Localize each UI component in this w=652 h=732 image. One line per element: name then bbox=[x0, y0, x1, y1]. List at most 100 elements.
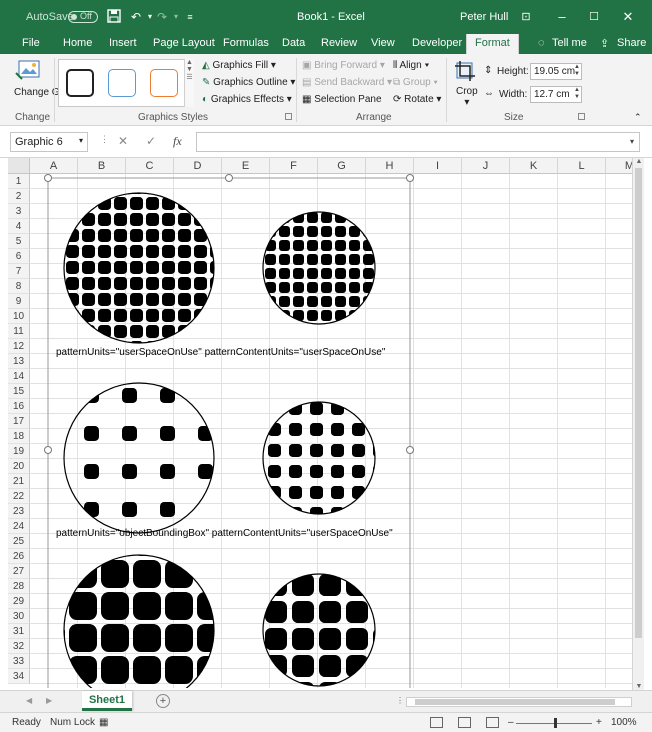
column-header[interactable]: G bbox=[318, 158, 366, 174]
normal-view-icon[interactable] bbox=[430, 717, 443, 728]
tab-insert[interactable]: Insert bbox=[109, 37, 137, 49]
expand-formula-bar-icon[interactable]: ▾ bbox=[630, 137, 634, 146]
graphic-canvas[interactable]: patternUnits="userSpaceOnUse" patternCon… bbox=[30, 174, 632, 688]
align-button[interactable]: ⫴ Align ▾ bbox=[393, 60, 429, 71]
row-header[interactable]: 22 bbox=[8, 489, 30, 504]
rotate-button[interactable]: ⟳ Rotate ▾ bbox=[393, 94, 441, 105]
column-header[interactable]: J bbox=[462, 158, 510, 174]
resize-handle[interactable] bbox=[406, 446, 414, 454]
close-icon[interactable]: ✕ bbox=[618, 8, 638, 26]
change-graphic-button[interactable]: Change Graphic bbox=[14, 87, 87, 98]
formula-input[interactable] bbox=[196, 132, 640, 152]
selection-pane-button[interactable]: ▦ Selection Pane bbox=[302, 94, 382, 105]
resize-handle[interactable] bbox=[225, 174, 233, 182]
row-header[interactable]: 20 bbox=[8, 459, 30, 474]
tab-formulas[interactable]: Formulas bbox=[223, 37, 269, 49]
row-header[interactable]: 6 bbox=[8, 249, 30, 264]
page-layout-view-icon[interactable] bbox=[458, 717, 471, 728]
column-header[interactable]: K bbox=[510, 158, 558, 174]
column-header[interactable]: F bbox=[270, 158, 318, 174]
tab-split-icon[interactable]: ⋮ bbox=[396, 696, 404, 705]
style-black-outline[interactable] bbox=[66, 69, 94, 97]
zoom-in-icon[interactable]: + bbox=[596, 717, 602, 728]
collapse-ribbon-icon[interactable]: ⌃ bbox=[634, 112, 642, 123]
gallery-scroll[interactable]: ▲ ▼ ☰ bbox=[184, 59, 194, 107]
cell-area[interactable]: patternUnits="userSpaceOnUse" patternCon… bbox=[30, 174, 632, 688]
row-header[interactable]: 26 bbox=[8, 549, 30, 564]
tab-data[interactable]: Data bbox=[282, 37, 305, 49]
minimize-icon[interactable]: – bbox=[552, 8, 572, 26]
vertical-scrollbar[interactable]: ▲ ▼ bbox=[632, 158, 644, 690]
insert-function-icon[interactable]: fx bbox=[173, 134, 182, 149]
add-sheet-icon[interactable]: + bbox=[156, 694, 170, 708]
row-header[interactable]: 7 bbox=[8, 264, 30, 279]
select-all-corner[interactable] bbox=[8, 158, 30, 174]
row-header[interactable]: 23 bbox=[8, 504, 30, 519]
row-header[interactable]: 25 bbox=[8, 534, 30, 549]
row-header[interactable]: 2 bbox=[8, 189, 30, 204]
row-header[interactable]: 21 bbox=[8, 474, 30, 489]
tab-page-layout[interactable]: Page Layout bbox=[153, 37, 215, 49]
tab-format[interactable]: Format bbox=[466, 34, 519, 56]
zoom-out-icon[interactable]: – bbox=[508, 717, 514, 728]
graphics-outline-button[interactable]: ✎ Graphics Outline ▾ bbox=[202, 77, 295, 88]
row-header[interactable]: 27 bbox=[8, 564, 30, 579]
row-header[interactable]: 14 bbox=[8, 369, 30, 384]
style-blue-outline[interactable] bbox=[108, 69, 136, 97]
column-header[interactable]: E bbox=[222, 158, 270, 174]
worksheet-grid[interactable]: ABCDEFGHIJKLM 1 2 3 4 5 6 7 8 9 10 11 12 13 14 15 16 17 1… bbox=[8, 158, 632, 688]
style-orange-outline[interactable] bbox=[150, 69, 178, 97]
tell-me-search[interactable]: Tell me bbox=[552, 37, 587, 49]
autosave-toggle[interactable]: Off bbox=[68, 11, 98, 23]
height-input[interactable]: 19.05 cm ▲ ▼ bbox=[530, 63, 582, 80]
page-break-view-icon[interactable] bbox=[486, 717, 499, 728]
vertical-scroll-thumb[interactable] bbox=[635, 168, 642, 638]
column-header[interactable]: A bbox=[30, 158, 78, 174]
user-name[interactable]: Peter Hull bbox=[460, 11, 508, 23]
customize-qat-icon[interactable]: ≡ bbox=[182, 9, 198, 25]
row-header[interactable]: 31 bbox=[8, 624, 30, 639]
column-header[interactable]: M bbox=[606, 158, 632, 174]
crop-icon[interactable] bbox=[454, 60, 478, 84]
resize-handle[interactable] bbox=[44, 446, 52, 454]
ribbon-display-icon[interactable]: ⊡ bbox=[516, 8, 536, 26]
row-header[interactable]: 28 bbox=[8, 579, 30, 594]
graphics-effects-button[interactable]: ◐ Graphics Effects ▾ bbox=[202, 94, 292, 105]
column-header[interactable]: I bbox=[414, 158, 462, 174]
row-header[interactable]: 5 bbox=[8, 234, 30, 249]
row-header[interactable]: 24 bbox=[8, 519, 30, 534]
tab-view[interactable]: View bbox=[371, 37, 395, 49]
width-input[interactable]: 12.7 cm ▲ ▼ bbox=[530, 86, 582, 103]
row-header[interactable]: 12 bbox=[8, 339, 30, 354]
row-header[interactable]: 11 bbox=[8, 324, 30, 339]
row-header[interactable]: 10 bbox=[8, 309, 30, 324]
next-sheet-icon[interactable]: ▶ bbox=[46, 696, 52, 705]
enter-icon[interactable]: ✓ bbox=[146, 134, 156, 148]
height-spinner-icon[interactable]: ▲ ▼ bbox=[574, 64, 580, 78]
graphics-fill-button[interactable]: ◭ Graphics Fill ▾ bbox=[202, 60, 276, 71]
row-header[interactable]: 4 bbox=[8, 219, 30, 234]
name-box[interactable]: Graphic 6 ▾ bbox=[10, 132, 88, 152]
row-header[interactable]: 13 bbox=[8, 354, 30, 369]
zoom-slider-thumb[interactable] bbox=[554, 718, 557, 728]
row-header[interactable]: 18 bbox=[8, 429, 30, 444]
column-header[interactable]: C bbox=[126, 158, 174, 174]
sheet-tab-sheet1[interactable]: Sheet1 bbox=[82, 691, 132, 711]
bring-forward-button[interactable]: ▣ Bring Forward ▾ bbox=[302, 60, 385, 71]
cancel-icon[interactable]: ✕ bbox=[118, 134, 128, 148]
row-header[interactable]: 16 bbox=[8, 399, 30, 414]
horizontal-scrollbar[interactable] bbox=[406, 697, 632, 707]
row-header[interactable]: 8 bbox=[8, 279, 30, 294]
change-graphic-icon[interactable] bbox=[14, 59, 48, 85]
scroll-down-icon[interactable]: ▼ bbox=[633, 683, 645, 690]
crop-button[interactable]: Crop ▾ bbox=[456, 86, 478, 108]
width-spinner-icon[interactable]: ▲ ▼ bbox=[574, 87, 580, 101]
row-header[interactable]: 17 bbox=[8, 414, 30, 429]
row-header[interactable]: 15 bbox=[8, 384, 30, 399]
tab-home[interactable]: Home bbox=[63, 37, 92, 49]
prev-sheet-icon[interactable]: ◀ bbox=[26, 696, 32, 705]
macro-record-icon[interactable]: ▦ bbox=[99, 717, 108, 728]
row-header[interactable]: 1 bbox=[8, 174, 30, 189]
column-header[interactable]: L bbox=[558, 158, 606, 174]
scroll-up-icon[interactable]: ▲ bbox=[633, 158, 645, 165]
